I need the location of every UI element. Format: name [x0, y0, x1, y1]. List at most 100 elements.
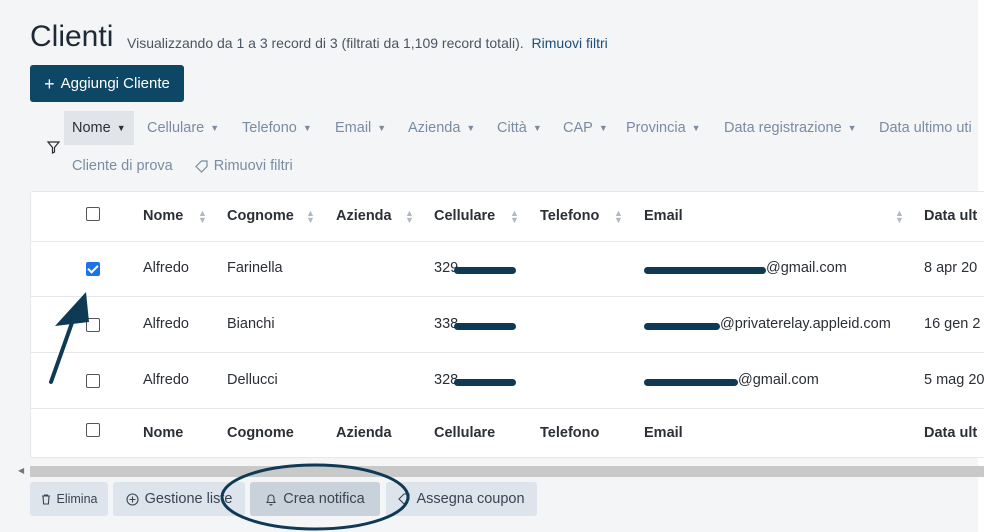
row-checkbox[interactable] — [86, 318, 100, 332]
bell-icon — [266, 494, 277, 506]
manage-lists-button[interactable]: Gestione liste — [113, 482, 245, 516]
filter-citta[interactable]: Città ▼ — [497, 111, 542, 145]
filter-label: Azienda — [408, 120, 461, 136]
col-cellulare[interactable]: Cellulare — [434, 208, 495, 224]
col-email[interactable]: Email — [644, 208, 683, 224]
redaction-mark — [454, 379, 516, 386]
tag-icon — [194, 159, 208, 173]
caret-down-icon: ▼ — [598, 123, 608, 133]
caret-down-icon: ▼ — [532, 123, 542, 133]
filter-label: Nome — [72, 120, 111, 136]
foot-azienda: Azienda — [336, 425, 392, 441]
filter-label: Data ultimo uti — [879, 120, 972, 136]
manage-lists-label: Gestione liste — [144, 491, 233, 507]
delete-button[interactable]: Elimina — [30, 482, 108, 516]
cell-cognome: Farinella — [227, 260, 283, 276]
filter-provincia[interactable]: Provincia ▼ — [626, 111, 701, 145]
assign-coupon-button[interactable]: Assegna coupon — [386, 482, 537, 516]
filter-nome[interactable]: Nome ▼ — [64, 111, 134, 145]
saved-filter-cliente-di-prova[interactable]: Cliente di prova — [72, 158, 173, 174]
filter-email[interactable]: Email ▼ — [335, 111, 386, 145]
caret-down-icon: ▼ — [302, 123, 312, 133]
records-summary: Visualizzando da 1 a 3 record di 3 (filt… — [127, 35, 608, 51]
add-client-label: Aggiungi Cliente — [60, 75, 170, 92]
cell-email: @privaterelay.appleid.com — [720, 316, 891, 332]
filter-data-ultimo-utilizzo[interactable]: Data ultimo uti — [879, 111, 978, 145]
sort-icon[interactable]: ▲ ▼ — [614, 209, 623, 225]
col-telefono[interactable]: Telefono — [540, 208, 599, 224]
sort-icon[interactable]: ▲ ▼ — [510, 209, 519, 225]
filter-cap[interactable]: CAP ▼ — [563, 111, 608, 145]
sort-icon[interactable]: ▲ ▼ — [198, 209, 207, 225]
foot-telefono: Telefono — [540, 425, 600, 441]
filter-label: Provincia — [626, 120, 686, 136]
create-notification-label: Crea notifica — [283, 491, 365, 507]
foot-email: Email — [644, 425, 683, 441]
remove-filters-link[interactable]: Rimuovi filtri — [532, 35, 608, 51]
col-nome[interactable]: Nome — [143, 208, 183, 224]
remove-filters-chip[interactable]: Rimuovi filtri — [194, 158, 293, 174]
caret-down-icon: ▼ — [116, 123, 126, 133]
caret-down-icon: ▼ — [691, 123, 701, 133]
table-row[interactable]: Alfredo Farinella 329 @gmail.com 8 apr 2… — [31, 241, 984, 297]
sort-icon[interactable]: ▲ ▼ — [895, 209, 904, 225]
cell-cognome: Bianchi — [227, 316, 275, 332]
assign-coupon-label: Assegna coupon — [416, 491, 525, 507]
filter-label: Telefono — [242, 120, 297, 136]
filter-label: Email — [335, 120, 372, 136]
add-client-button[interactable]: + Aggiungi Cliente — [30, 65, 184, 102]
remove-filters-label: Rimuovi filtri — [213, 158, 293, 174]
caret-down-icon: ▼ — [210, 123, 220, 133]
filter-label: CAP — [563, 120, 593, 136]
filter-data-registrazione[interactable]: Data registrazione ▼ — [724, 111, 857, 145]
saved-filters: Cliente di prova Rimuovi filtri — [72, 158, 293, 174]
caret-down-icon: ▼ — [847, 123, 857, 133]
foot-data-ultimo: Data ult — [924, 425, 978, 441]
cell-nome: Alfredo — [143, 372, 189, 388]
select-all-checkbox[interactable] — [86, 207, 100, 221]
sort-icon[interactable]: ▲ ▼ — [306, 209, 315, 225]
select-all-checkbox[interactable] — [86, 423, 100, 437]
redaction-mark — [644, 267, 766, 274]
filter-telefono[interactable]: Telefono ▼ — [242, 111, 312, 145]
delete-label: Elimina — [56, 492, 98, 506]
table-row[interactable]: Alfredo Bianchi 338 @privaterelay.applei… — [31, 297, 984, 353]
horizontal-scrollbar[interactable] — [30, 466, 984, 477]
filter-cellulare[interactable]: Cellulare ▼ — [147, 111, 219, 145]
scroll-left-icon[interactable]: ◀ — [18, 466, 24, 475]
redaction-mark — [644, 323, 720, 330]
tag-icon — [398, 493, 411, 505]
caret-down-icon: ▼ — [466, 123, 476, 133]
foot-nome: Nome — [143, 425, 184, 441]
filter-label: Data registrazione — [724, 120, 842, 136]
cell-nome: Alfredo — [143, 316, 189, 332]
col-azienda[interactable]: Azienda — [336, 208, 392, 224]
sort-icon[interactable]: ▲ ▼ — [405, 209, 414, 225]
page-title: Clienti — [30, 20, 114, 53]
cell-data: 5 mag 20 — [924, 372, 984, 388]
cell-nome: Alfredo — [143, 260, 189, 276]
col-cognome[interactable]: Cognome — [227, 208, 294, 224]
redaction-mark — [454, 267, 516, 274]
cell-cognome: Dellucci — [227, 372, 278, 388]
filter-icon[interactable] — [47, 141, 60, 154]
row-checkbox[interactable] — [86, 262, 100, 276]
redaction-mark — [644, 379, 738, 386]
filter-azienda[interactable]: Azienda ▼ — [408, 111, 475, 145]
clients-table: Nome ▲ ▼ Cognome ▲ ▼ Azienda ▲ ▼ Cellulare … — [30, 191, 984, 458]
table-header: Nome ▲ ▼ Cognome ▲ ▼ Azienda ▲ ▼ Cellulare … — [31, 192, 984, 242]
redaction-mark — [454, 323, 516, 330]
row-checkbox[interactable] — [86, 374, 100, 388]
records-summary-text: Visualizzando da 1 a 3 record di 3 (filt… — [127, 35, 524, 51]
cell-data: 8 apr 20 — [924, 260, 978, 276]
filter-label: Città — [497, 120, 527, 136]
foot-cognome: Cognome — [227, 425, 294, 441]
plus-icon: + — [44, 73, 55, 94]
col-data-ultimo[interactable]: Data ult — [924, 208, 977, 224]
cell-email: @gmail.com — [738, 372, 819, 388]
table-row[interactable]: Alfredo Dellucci 328 @gmail.com 5 mag 20 — [31, 353, 984, 409]
cell-data: 16 gen 2 — [924, 316, 981, 332]
create-notification-button[interactable]: Crea notifica — [250, 482, 380, 516]
table-footer: Nome Cognome Azienda Cellulare Telefono … — [31, 409, 984, 457]
caret-down-icon: ▼ — [377, 123, 387, 133]
